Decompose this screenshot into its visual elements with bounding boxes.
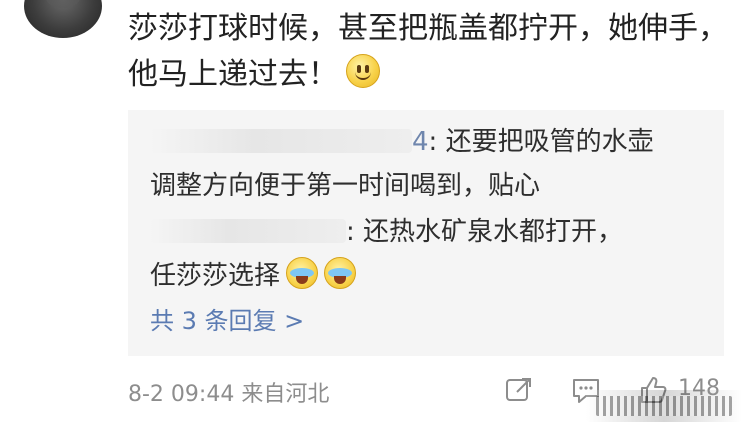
cry-laugh-icon — [324, 257, 357, 289]
reply-username-tail[interactable]: 4 — [412, 127, 429, 157]
reply-box[interactable]: 4: 还要把吸管的水壶 调整方向便于第一时间喝到，贴心 : 还热水矿泉水都打开，… — [128, 110, 724, 356]
share-button[interactable] — [502, 372, 538, 408]
reply-username-blur — [150, 129, 412, 153]
reply-text-line-2: 任莎莎选择 — [150, 261, 281, 291]
weibo-comment-page: 莎莎打球时候，甚至把瓶盖都拧开，她伸手，他马上递过去！ 4: 还要把吸管的水壶 … — [0, 0, 750, 427]
comment-body: 莎莎打球时候，甚至把瓶盖都拧开，她伸手，他马上递过去！ — [128, 6, 728, 98]
comment-text: 莎莎打球时候，甚至把瓶盖都拧开，她伸手，他马上递过去！ — [128, 11, 728, 92]
more-replies-link[interactable]: 共 3 条回复 > — [150, 306, 304, 336]
comment-date: 8-2 09:44 — [128, 382, 235, 407]
avatar[interactable] — [24, 0, 102, 38]
reply-username-blur — [150, 219, 346, 243]
comment-meta: 8-2 09:44 来自河北 — [128, 376, 329, 408]
reply-text-line-1: : 还要把吸管的水壶 — [428, 127, 654, 157]
share-icon — [506, 378, 531, 401]
comment-location: 来自河北 — [241, 382, 330, 407]
reply-item[interactable]: 4: 还要把吸管的水壶 调整方向便于第一时间喝到，贴心 — [150, 120, 710, 208]
avatar-image — [46, 0, 80, 8]
smile-icon — [346, 54, 380, 88]
reply-text-line-1: : 还热水矿泉水都打开， — [346, 217, 624, 247]
watermark — [586, 390, 742, 422]
reply-text-line-2: 调整方向便于第一时间喝到，贴心 — [150, 171, 541, 201]
cry-laugh-icon — [286, 257, 319, 289]
reply-item[interactable]: : 还热水矿泉水都打开， 任莎莎选择 — [150, 210, 710, 298]
